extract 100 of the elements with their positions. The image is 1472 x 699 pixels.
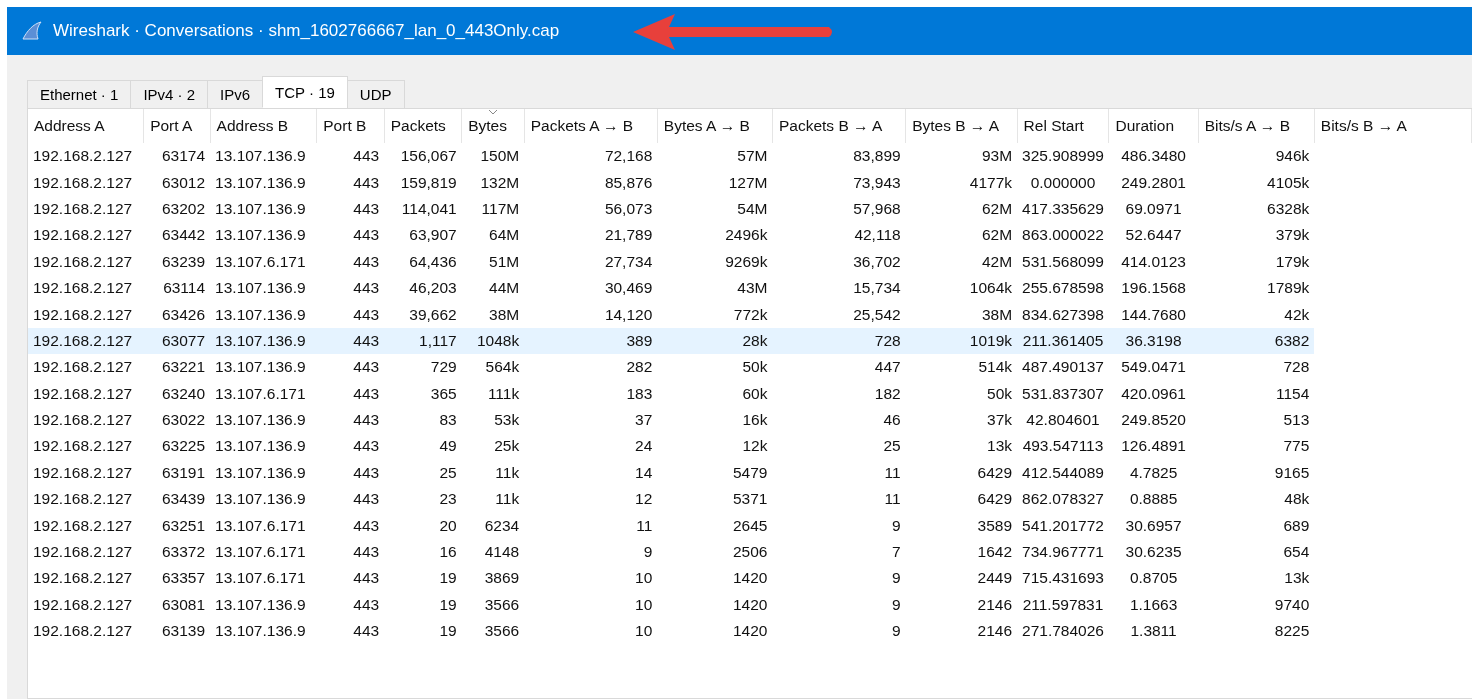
table-cell-text: 63251	[160, 515, 207, 536]
table-cell-text: 159,819	[399, 172, 458, 193]
table-cell-text: 513	[1282, 410, 1311, 431]
table-row[interactable]: 192.168.2.127 63012 13.107.136.9 443 159,819 132M 85,876 127M 73,943 4177k 0.000000 249.2801 4105k	[28, 169, 1472, 196]
column-header[interactable]: Address B	[210, 109, 317, 143]
table-cell-text: 19	[438, 568, 458, 589]
table-cell: 72,168	[524, 143, 658, 170]
table-cell-text: 417.335629	[1021, 198, 1105, 219]
table-row[interactable]: 192.168.2.127 63239 13.107.6.171 443 64,436 51M 27,734 9269k 36,702 42M 531.568099 414.0123 179k	[28, 248, 1472, 275]
table-row[interactable]: 192.168.2.127 63372 13.107.6.171 443 16 4148 9 2506 7 1642 734.967771 30.6235 654	[28, 538, 1472, 566]
table-cell-text: 13.107.136.9	[214, 621, 307, 642]
table-cell: 50k	[657, 354, 773, 381]
tab[interactable]: Ethernet · 1	[27, 80, 132, 108]
column-header[interactable]: Duration	[1108, 109, 1199, 143]
table-row[interactable]: 192.168.2.127 63357 13.107.6.171 443 19 3869 10 1420 9 2449 715.431693 0.8705 13k	[28, 565, 1472, 592]
table-cell-text: 13.107.136.9	[214, 462, 307, 483]
table-cell-text: 2449	[976, 568, 1014, 589]
table-cell-text: 4177k	[968, 172, 1014, 193]
table-row[interactable]: 192.168.2.127 63191 13.107.136.9 443 25 11k 14 5479 11 6429 412.544089 4.7825 9165	[28, 459, 1472, 487]
column-header[interactable]: Port A	[143, 109, 211, 143]
column-header[interactable]: Bytes	[461, 109, 525, 143]
tab[interactable]: UDP	[346, 80, 405, 108]
column-header[interactable]: Packets B → A	[772, 109, 906, 143]
table-cell: 25,542	[772, 301, 906, 328]
table-cell-text: 443	[352, 542, 381, 563]
table-cell-text: 63081	[160, 594, 207, 615]
table-cell-text: 16k	[741, 410, 769, 431]
table-cell-text: 25	[882, 436, 902, 457]
table-row[interactable]: 192.168.2.127 63251 13.107.6.171 443 20 6234 11 2645 9 3589 541.201772 30.6957 689	[28, 512, 1472, 539]
table-cell-text: 42M	[980, 251, 1014, 272]
table-cell-text: 13.107.136.9	[214, 198, 307, 219]
table-row[interactable]: 192.168.2.127 63174 13.107.136.9 443 156,067 150M 72,168 57M 83,899 93M 325.908999 486.3480 946k	[28, 143, 1472, 170]
table-row[interactable]: 192.168.2.127 63225 13.107.136.9 443 49 25k 24 12k 25 13k 493.547113 126.4891 775	[28, 433, 1472, 460]
table-cell-text: 4.7825	[1128, 462, 1179, 483]
column-header[interactable]: Packets	[384, 109, 462, 143]
table-cell-text: 63372	[160, 542, 207, 563]
table-row[interactable]: 192.168.2.127 63139 13.107.136.9 443 19 3566 10 1420 9 2146 271.784026 1.3811 8225	[28, 618, 1472, 645]
table-cell-text: 46,203	[408, 278, 458, 299]
table-cell-text: 183	[625, 383, 654, 404]
table-cell-text: 9	[642, 542, 654, 563]
table-cell-text: 1.1663	[1128, 594, 1179, 615]
table-row[interactable]: 192.168.2.127 63221 13.107.136.9 443 729 564k 282 50k 447 514k 487.490137 549.0471 728	[28, 354, 1472, 381]
table-cell-text: 192.168.2.127	[32, 198, 134, 219]
table-cell-text: 83	[438, 410, 458, 431]
table-cell: 834.627398	[1017, 301, 1109, 328]
table-cell-text: 63442	[160, 225, 207, 246]
column-header[interactable]: Bits/s B → A	[1314, 109, 1472, 143]
table-cell: 514k	[905, 354, 1018, 381]
table-cell-text: 52.6447	[1124, 225, 1183, 246]
table-cell: 564k	[461, 354, 525, 381]
column-header[interactable]: Packets A → B	[524, 109, 658, 143]
table-cell-text: 443	[352, 568, 381, 589]
table-cell-text: 13.107.6.171	[214, 383, 307, 404]
column-header[interactable]: Rel Start	[1017, 109, 1109, 143]
table-cell-text: 63022	[160, 410, 207, 431]
table-cell-text: 443	[352, 621, 381, 642]
table-cell-text: 13.107.136.9	[214, 436, 307, 457]
table-cell: 946k	[1198, 143, 1315, 170]
table-cell-text: 2146	[976, 594, 1014, 615]
table-cell-text: 775	[1282, 436, 1311, 457]
table-cell: 38M	[905, 301, 1018, 328]
table-cell: 1019k	[905, 327, 1018, 355]
table-cell-text: 192.168.2.127	[32, 383, 134, 404]
table-row[interactable]: 192.168.2.127 63081 13.107.136.9 443 19 3566 10 1420 9 2146 211.597831 1.1663 9740	[28, 591, 1472, 619]
table-cell-text: 11	[883, 462, 902, 483]
table-cell-text: 46	[882, 410, 902, 431]
table-row[interactable]: 192.168.2.127 63439 13.107.136.9 443 23 11k 12 5371 11 6429 862.078327 0.8885 48k	[28, 486, 1472, 513]
table-cell-text: 192.168.2.127	[32, 515, 134, 536]
table-cell: 83,899	[772, 143, 906, 170]
column-header[interactable]: Bytes B → A	[905, 109, 1018, 143]
table-cell-text: 5371	[732, 489, 769, 510]
table-cell-text: 63240	[160, 383, 207, 404]
tab[interactable]: TCP · 19	[262, 76, 348, 108]
table-cell-text: 13.107.136.9	[214, 594, 307, 615]
table-row[interactable]: 192.168.2.127 63202 13.107.136.9 443 114,041 117M 56,073 54M 57,968 62M 417.335629 69.0971 6328k	[28, 195, 1472, 223]
table-cell-text: 192.168.2.127	[32, 568, 134, 589]
column-header[interactable]: Bytes A → B	[657, 109, 773, 143]
table-cell-text: 420.0961	[1120, 383, 1187, 404]
table-cell-text: 5479	[732, 462, 769, 483]
table-cell-text: 13.107.6.171	[214, 515, 307, 536]
column-header[interactable]: Address A	[28, 109, 144, 143]
table-cell-text: 715.431693	[1021, 568, 1105, 589]
table-cell-text: 7	[891, 542, 902, 563]
table-cell-text: 24	[634, 436, 654, 457]
table-cell-text: 42.804601	[1025, 410, 1101, 431]
table-row[interactable]: 192.168.2.127 63240 13.107.6.171 443 365 111k 183 60k 182 50k 531.837307 420.0961 1154	[28, 380, 1472, 407]
table-cell: 192.168.2.127	[28, 301, 144, 328]
column-header[interactable]: Port B	[316, 109, 385, 143]
table-row[interactable]: 192.168.2.127 63114 13.107.136.9 443 46,203 44M 30,469 43M 15,734 1064k 255.678598 196.1568 1789k	[28, 274, 1472, 302]
table-cell: 156,067	[384, 143, 462, 170]
table-cell: 486.3480	[1108, 143, 1199, 170]
table-row[interactable]: 192.168.2.127 63426 13.107.136.9 443 39,662 38M 14,120 772k 25,542 38M 834.627398 144.7680 42k	[28, 301, 1472, 328]
column-header[interactable]: Bits/s A → B	[1198, 109, 1315, 143]
table-cell-text: 0.000000	[1029, 172, 1097, 193]
table-cell-text: 443	[352, 225, 381, 246]
table-cell-text: 13.107.6.171	[214, 542, 307, 563]
table-cell: 325.908999	[1017, 143, 1109, 170]
table-cell-text: 51M	[488, 251, 521, 272]
table-row[interactable]: 192.168.2.127 63022 13.107.136.9 443 83 53k 37 16k 46 37k 42.804601 249.8520 513	[28, 406, 1472, 434]
table-row[interactable]: 192.168.2.127 63442 13.107.136.9 443 63,907 64M 21,789 2496k 42,118 62M 863.000022 52.6447 379k	[28, 222, 1472, 249]
